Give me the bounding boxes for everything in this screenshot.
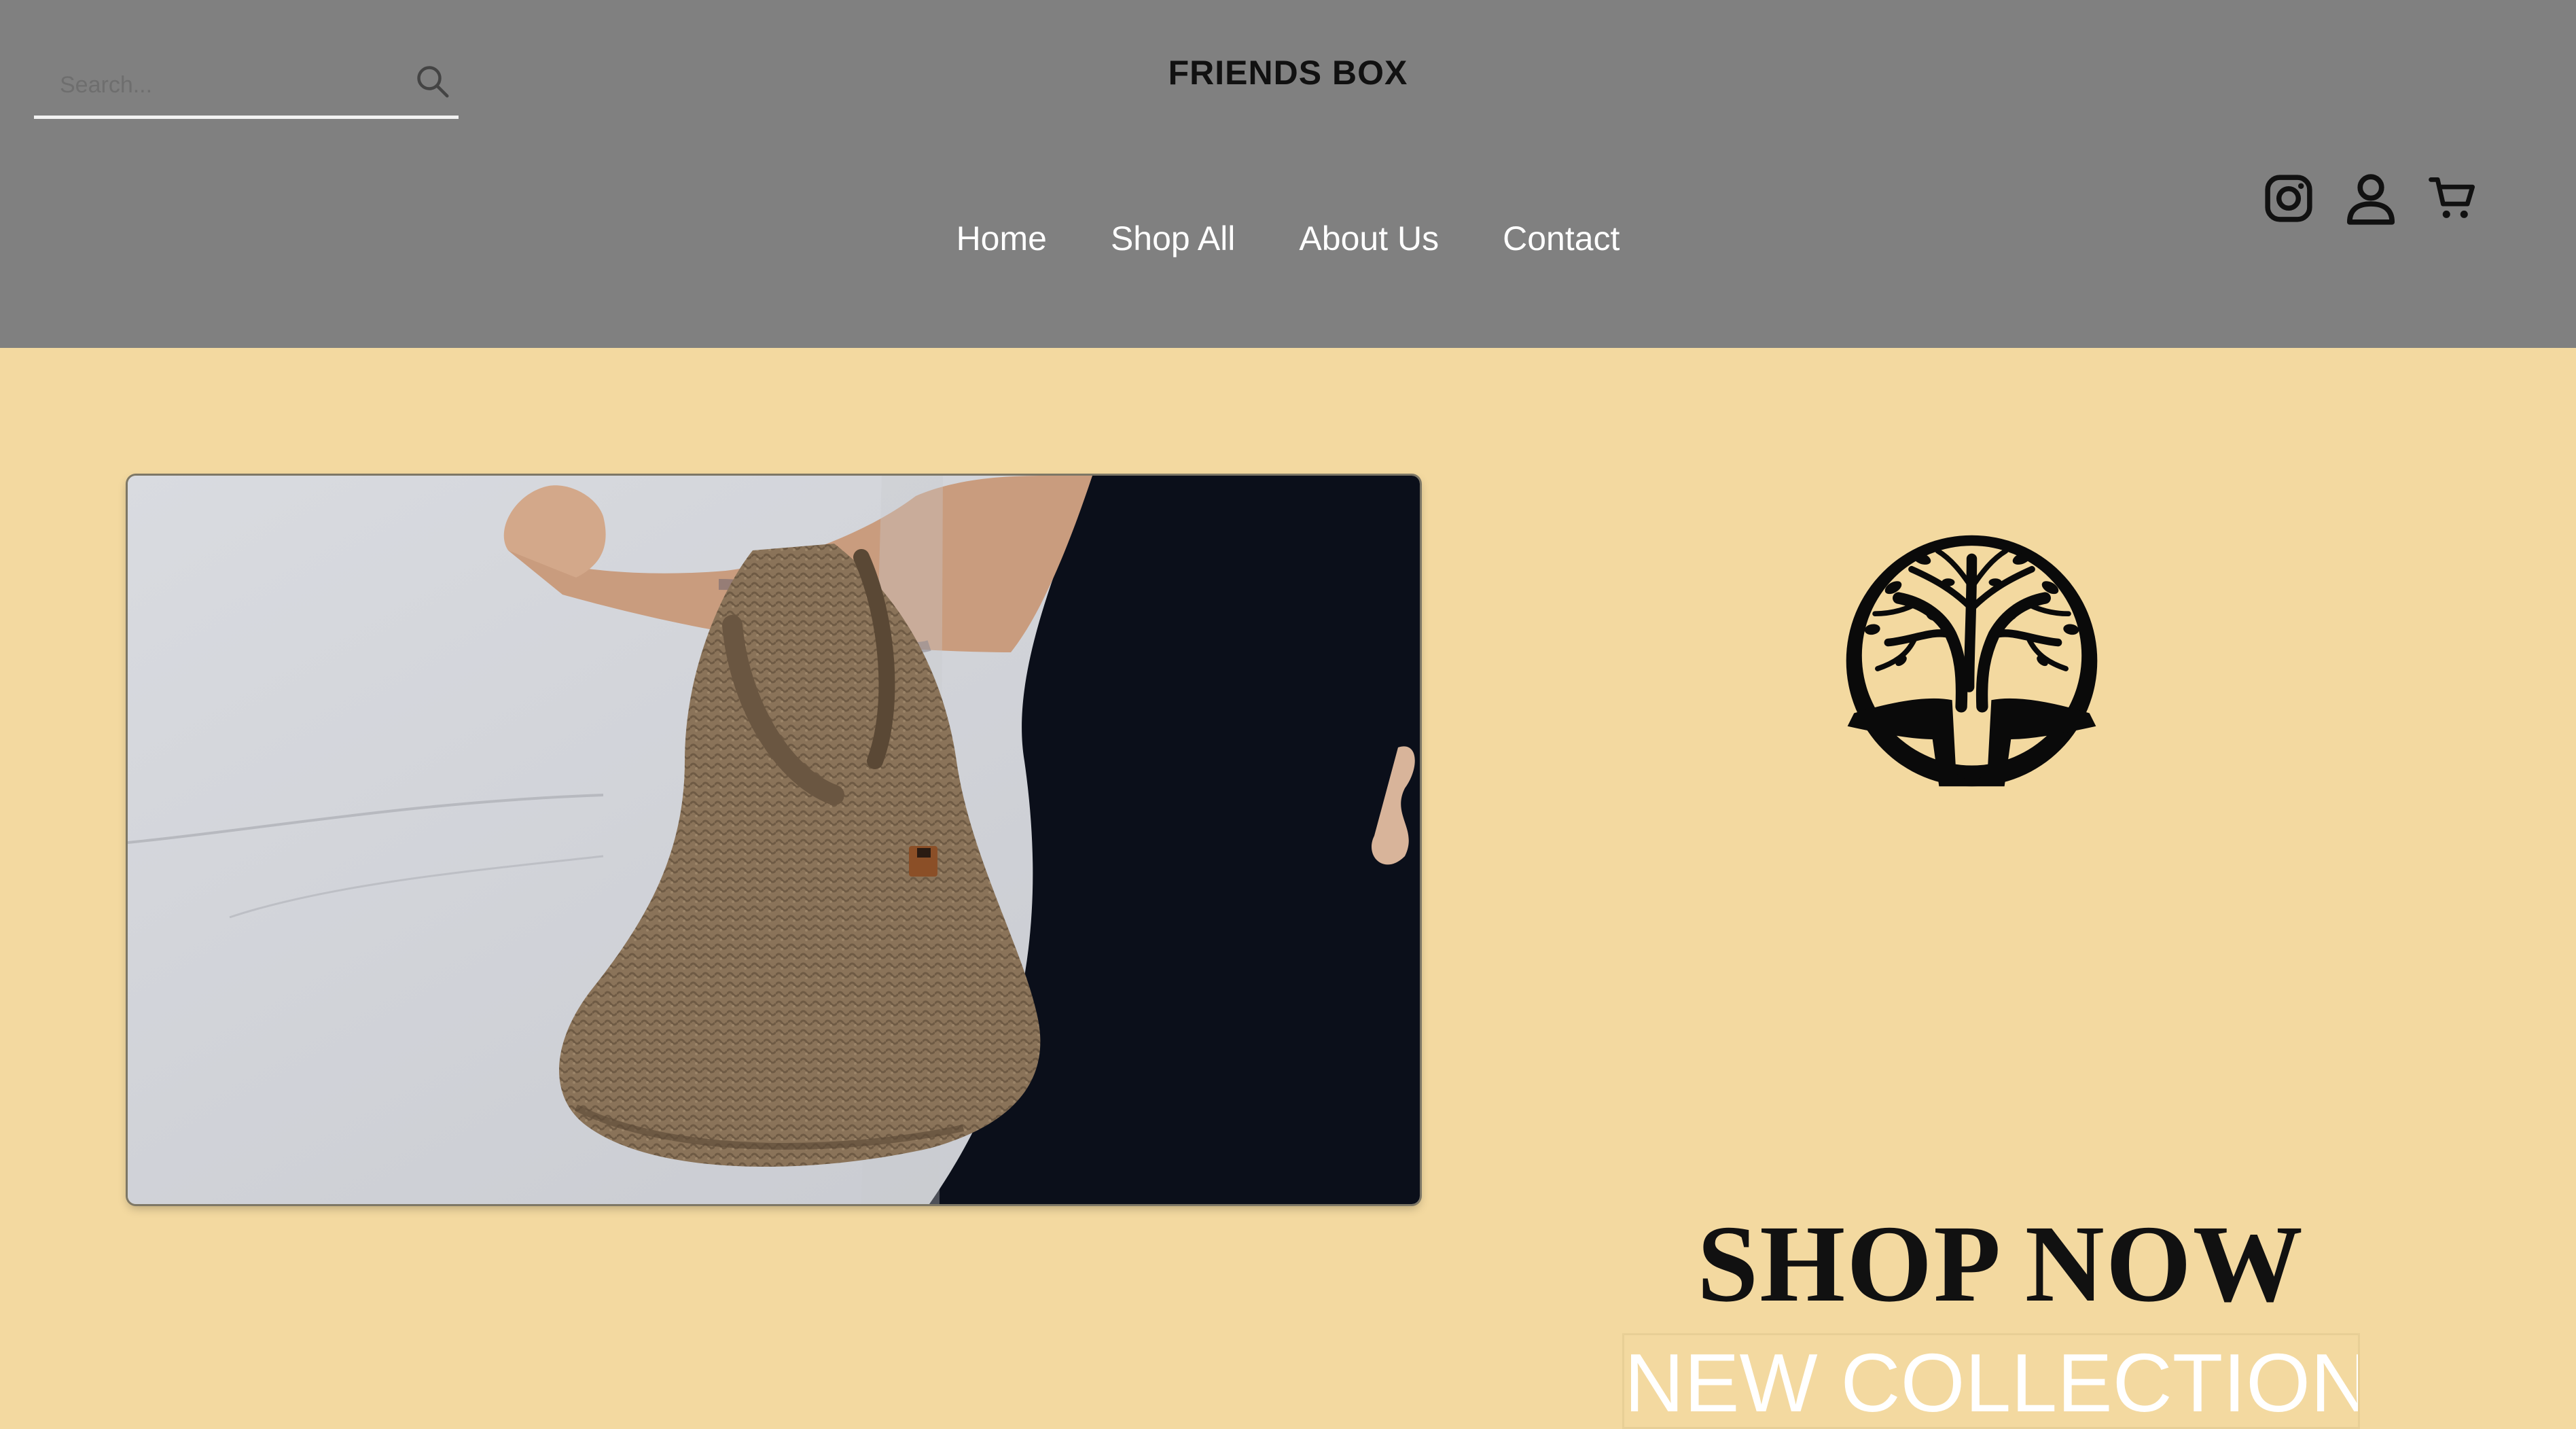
nav-shop-all[interactable]: Shop All <box>1111 219 1235 258</box>
tree-of-life-icon <box>1846 535 2098 787</box>
shop-now-heading: SHOP NOW <box>1697 1203 2304 1325</box>
nav-home[interactable]: Home <box>956 219 1047 258</box>
account-icon[interactable] <box>2341 169 2401 228</box>
cart-icon[interactable] <box>2427 172 2480 225</box>
new-collection-button[interactable]: NEW COLLECTION <box>1622 1333 2360 1429</box>
crocheted-bag-photo <box>128 476 1420 1204</box>
nav-contact[interactable]: Contact <box>1503 219 1620 258</box>
site-header: FRIENDS BOX Home Shop All About Us Conta… <box>0 0 2576 348</box>
instagram-icon[interactable] <box>2262 172 2315 225</box>
hero-image <box>128 476 1420 1204</box>
brand-title[interactable]: FRIENDS BOX <box>0 53 2576 92</box>
main-nav: Home Shop All About Us Contact <box>0 219 2576 258</box>
header-icon-group <box>2262 169 2480 228</box>
nav-about-us[interactable]: About Us <box>1299 219 1439 258</box>
